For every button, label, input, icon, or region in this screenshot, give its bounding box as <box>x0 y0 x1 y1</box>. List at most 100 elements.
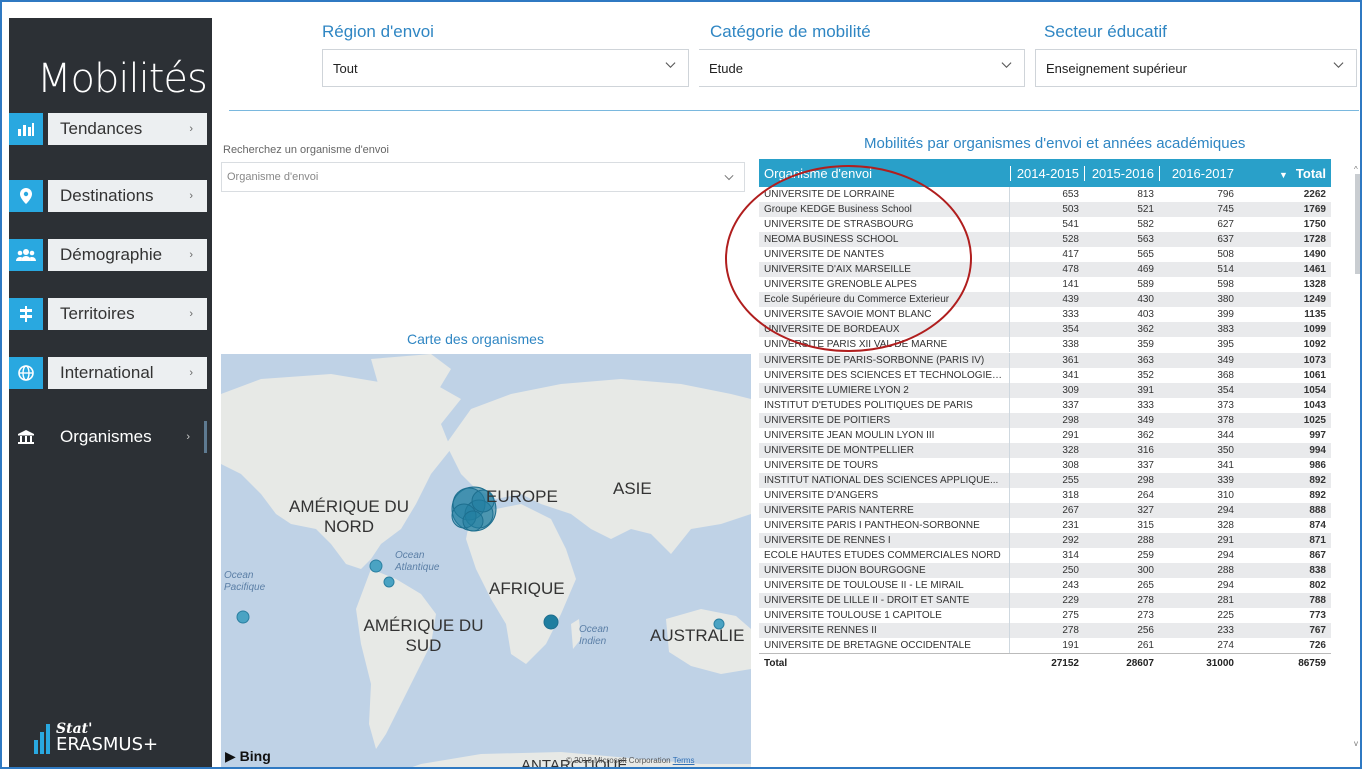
cell-value: 395 <box>1217 339 1234 351</box>
cell-value: 318 <box>1062 489 1079 501</box>
cell-value: 796 <box>1217 189 1234 201</box>
column-header-2016-2017[interactable]: 2016-2017 <box>1159 165 1239 181</box>
table-row[interactable]: UNIVERSITE PARIS NANTERRE 267 327 294 888 <box>759 502 1331 519</box>
cell-organisme: Ecole Supérieure du Commerce Exterieur <box>759 292 1010 308</box>
table-row[interactable]: UNIVERSITE DES SCIENCES ET TECHNOLOGIES.… <box>759 367 1331 383</box>
column-header-total[interactable]: ▼ Total <box>1239 166 1331 181</box>
cell-value: 250 <box>1062 565 1079 577</box>
table-row[interactable]: UNIVERSITE DE POITIERS 298 349 378 1025 <box>759 412 1331 428</box>
cell-value: 1025 <box>1303 414 1326 426</box>
cell-value: 225 <box>1217 610 1234 622</box>
cell-organisme: UNIVERSITE JEAN MOULIN LYON III <box>759 427 1010 443</box>
column-header-organisme[interactable]: Organisme d'envoi <box>759 166 1010 181</box>
total-total: 86759 <box>1298 658 1326 670</box>
cell-value: 327 <box>1137 505 1154 516</box>
cell-value: 362 <box>1137 429 1154 441</box>
filter-region-select[interactable]: Tout <box>322 49 689 87</box>
table-row[interactable]: INSTITUT D'ETUDES POLITIQUES DE PARIS 337… <box>759 397 1331 413</box>
table-row[interactable]: UNIVERSITE GRENOBLE ALPES 141 589 598 1328 <box>759 277 1331 293</box>
map-title: Carte des organismes <box>407 331 544 347</box>
cell-organisme: NEOMA BUSINESS SCHOOL <box>759 232 1010 248</box>
cell-value: 378 <box>1217 414 1234 426</box>
table-row[interactable]: UNIVERSITE DE NANTES 417 565 508 1490 <box>759 247 1331 263</box>
cell-value: 328 <box>1217 520 1234 532</box>
cell-value: 871 <box>1309 535 1326 547</box>
nav-organismes[interactable]: Organismes › <box>9 421 207 453</box>
cell-value: 726 <box>1309 640 1326 652</box>
table-row[interactable]: UNIVERSITE JEAN MOULIN LYON III 291 362 344… <box>759 427 1331 443</box>
cell-value: 255 <box>1062 474 1079 486</box>
nav-destinations[interactable]: Destinations › <box>9 180 207 212</box>
table-row[interactable]: UNIVERSITE DE LORRAINE 653 813 796 2262 <box>759 187 1331 203</box>
cell-value: 298 <box>1062 414 1079 426</box>
column-header-2015-2016[interactable]: 2015-2016 <box>1084 165 1159 181</box>
table-row[interactable]: ECOLE HAUTES ETUDES COMMERCIALES NORD 314… <box>759 548 1331 564</box>
nav-label: Démographie <box>60 245 163 264</box>
table-row[interactable]: UNIVERSITE LUMIERE LYON 2 309 391 354 1054 <box>759 382 1331 398</box>
table-row[interactable]: UNIVERSITE RENNES II 278 256 233 767 <box>759 623 1331 639</box>
cell-organisme: UNIVERSITE D'ANGERS <box>759 487 1010 503</box>
cell-organisme: INSTITUT D'ETUDES POLITIQUES DE PARIS <box>759 397 1010 413</box>
cell-organisme: UNIVERSITE DE LILLE II - DROIT ET SANTE <box>759 593 1010 609</box>
table-row[interactable]: UNIVERSITE TOULOUSE 1 CAPITOLE 275 273 225 7… <box>759 608 1331 624</box>
column-header-2014-2015[interactable]: 2014-2015 <box>1010 165 1084 181</box>
cell-value: 294 <box>1217 505 1234 516</box>
cell-value: 1099 <box>1303 324 1326 336</box>
cell-value: 1490 <box>1303 249 1326 261</box>
nav-international[interactable]: International › <box>9 357 207 389</box>
cell-organisme: UNIVERSITE LUMIERE LYON 2 <box>759 382 1010 398</box>
terms-link[interactable]: Terms <box>673 756 695 765</box>
table-row[interactable]: UNIVERSITE DE BORDEAUX 354 362 383 1099 <box>759 322 1331 338</box>
cell-value: 274 <box>1217 640 1234 652</box>
cell-organisme: UNIVERSITE TOULOUSE 1 CAPITOLE <box>759 608 1010 624</box>
chevron-down-icon <box>724 174 734 181</box>
table-row[interactable]: NEOMA BUSINESS SCHOOL 528 563 637 1728 <box>759 232 1331 248</box>
table-row[interactable]: INSTITUT NATIONAL DES SCIENCES APPLIQUE.… <box>759 472 1331 488</box>
table-row[interactable]: UNIVERSITE D'ANGERS 318 264 310 892 <box>759 487 1331 503</box>
nav-tendances[interactable]: Tendances › <box>9 113 207 145</box>
table-row[interactable]: UNIVERSITE DE BRETAGNE OCCIDENTALE 191 261… <box>759 638 1331 654</box>
table-row[interactable]: UNIVERSITE PARIS I PANTHEON-SORBONNE 231 3… <box>759 518 1331 534</box>
filter-categorie-select[interactable]: Etude <box>699 49 1025 87</box>
cell-value: 1328 <box>1303 279 1326 291</box>
cell-value: 439 <box>1062 294 1079 306</box>
cell-value: 229 <box>1062 595 1079 607</box>
cell-value: 288 <box>1137 535 1154 547</box>
table-row[interactable]: Groupe KEDGE Business School 503 521 745 176… <box>759 202 1331 218</box>
table-row[interactable]: UNIVERSITE DE STRASBOURG 541 582 627 1750 <box>759 217 1331 233</box>
search-label: Recherchez un organisme d'envoi <box>223 144 389 156</box>
scroll-up-icon[interactable]: ^ <box>1354 165 1358 174</box>
cell-organisme: UNIVERSITE DIJON BOURGOGNE <box>759 563 1010 579</box>
table-row[interactable]: UNIVERSITE DE RENNES I 292 288 291 871 <box>759 533 1331 549</box>
organismes-table: Organisme d'envoi 2014-2015 2015-2016 20… <box>759 159 1331 674</box>
scroll-down-icon[interactable]: v <box>1354 739 1358 748</box>
cell-organisme: UNIVERSITE PARIS I PANTHEON-SORBONNE <box>759 518 1010 534</box>
table-row[interactable]: UNIVERSITE D'AIX MARSEILLE 478 469 514 1461 <box>759 262 1331 278</box>
table-row[interactable]: UNIVERSITE DE MONTPELLIER 328 316 350 994 <box>759 442 1331 458</box>
table-scroll-thumb[interactable] <box>1355 174 1360 274</box>
table-row[interactable]: UNIVERSITE DE LILLE II - DROIT ET SANTE 2… <box>759 593 1331 609</box>
table-row[interactable]: UNIVERSITE DE TOULOUSE II - LE MIRAIL 243… <box>759 578 1331 594</box>
table-row[interactable]: UNIVERSITE DE TOURS 308 337 341 986 <box>759 457 1331 473</box>
filter-secteur-select[interactable]: Enseignement supérieur <box>1035 49 1357 87</box>
nav-demographie[interactable]: Démographie › <box>9 239 207 271</box>
table-row[interactable]: UNIVERSITE DE PARIS-SORBONNE (PARIS IV) 3… <box>759 352 1331 368</box>
chevron-right-icon: › <box>189 308 193 320</box>
total-2014-2015: 27152 <box>1051 658 1079 670</box>
cell-value: 582 <box>1137 219 1154 231</box>
table-row[interactable]: UNIVERSITE DIJON BOURGOGNE 250 300 288 838 <box>759 563 1331 579</box>
cell-value: 888 <box>1309 505 1326 516</box>
cell-value: 363 <box>1137 354 1154 366</box>
table-row[interactable]: Ecole Supérieure du Commerce Exterieur 43… <box>759 292 1331 308</box>
table-title: Mobilités par organismes d'envoi et anné… <box>864 135 1246 152</box>
world-map[interactable]: AMÉRIQUE DU NORD EUROPE ASIE AFRIQUE AMÉ… <box>221 354 751 767</box>
nav-territoires[interactable]: Territoires › <box>9 298 207 330</box>
map-label-amerique-nord: AMÉRIQUE DU NORD <box>289 497 409 536</box>
total-label: Total <box>764 658 788 670</box>
table-row[interactable]: UNIVERSITE PARIS XII VAL DE MARNE 338 359 3… <box>759 337 1331 353</box>
map-label-amerique-sud: AMÉRIQUE DU SUD <box>363 616 484 655</box>
organisme-search-select[interactable]: Organisme d'envoi <box>221 162 745 192</box>
table-row[interactable]: UNIVERSITE SAVOIE MONT BLANC 333 403 399 113… <box>759 307 1331 323</box>
nav-label: International <box>60 363 154 382</box>
cell-organisme: ECOLE HAUTES ETUDES COMMERCIALES NORD <box>759 548 1010 564</box>
